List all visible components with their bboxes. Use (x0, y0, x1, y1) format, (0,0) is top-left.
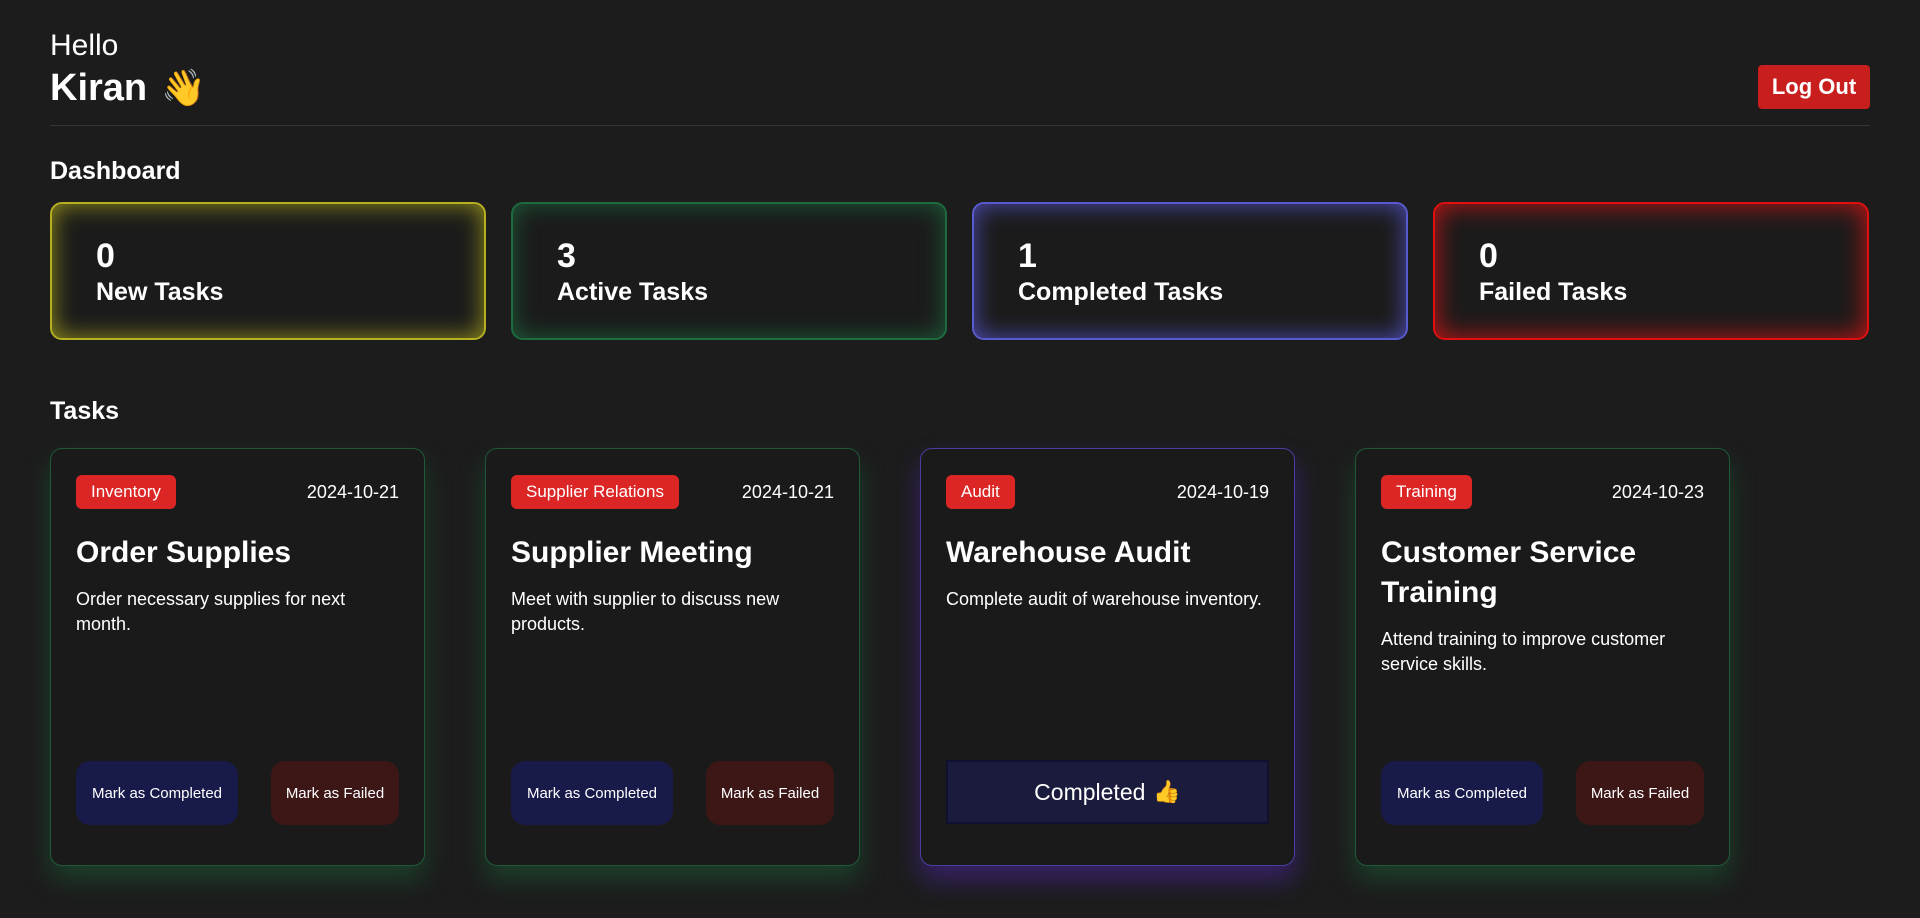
task-actions: Mark as Completed Mark as Failed (1381, 761, 1704, 825)
task-title: Supplier Meeting (511, 536, 753, 569)
page-header: Hello Kiran 👋 Log Out (50, 0, 1870, 126)
task-card-header: Supplier Relations 2024-10-21 (511, 475, 834, 509)
task-list: Inventory 2024-10-21 Order Supplies Orde… (50, 448, 1730, 866)
task-card-header: Inventory 2024-10-21 (76, 475, 399, 509)
category-badge: Audit (946, 475, 1015, 509)
stat-label: Active Tasks (557, 278, 709, 306)
category-badge: Training (1381, 475, 1472, 509)
task-card-customer-service-training: Training 2024-10-23 Customer Service Tra… (1355, 448, 1730, 866)
thumbs-up-icon: 👍 (1153, 779, 1181, 804)
stat-count: 0 (96, 237, 115, 275)
stat-card-failed-tasks: 0 Failed Tasks (1433, 202, 1869, 340)
task-description: Meet with supplier to discuss new produc… (511, 589, 780, 634)
task-description: Attend training to improve customer serv… (1381, 629, 1666, 674)
mark-completed-button[interactable]: Mark as Completed (1381, 761, 1543, 825)
greeting-text: Hello (50, 29, 119, 62)
mark-completed-button[interactable]: Mark as Completed (76, 761, 238, 825)
task-card-order-supplies: Inventory 2024-10-21 Order Supplies Orde… (50, 448, 425, 866)
task-description: Complete audit of warehouse inventory. (946, 589, 1262, 609)
category-badge: Supplier Relations (511, 475, 679, 509)
task-title: Customer Service Training (1381, 536, 1637, 609)
tasks-title: Tasks (50, 397, 120, 425)
task-actions: Mark as Completed Mark as Failed (511, 761, 834, 825)
task-card-supplier-meeting: Supplier Relations 2024-10-21 Supplier M… (485, 448, 860, 866)
completed-status-label: Completed (1034, 778, 1146, 805)
task-date: 2024-10-21 (741, 481, 834, 502)
task-card-warehouse-audit: Audit 2024-10-19 Warehouse Audit Complet… (920, 448, 1295, 866)
dashboard-title: Dashboard (50, 157, 181, 185)
task-description: Order necessary supplies for next month. (76, 589, 346, 634)
stat-label: New Tasks (96, 278, 224, 306)
stat-label: Failed Tasks (1479, 278, 1628, 306)
stat-count: 1 (1018, 237, 1037, 275)
mark-failed-button[interactable]: Mark as Failed (271, 761, 399, 825)
task-date: 2024-10-23 (1611, 481, 1704, 502)
completed-status-banner: Completed 👍 (946, 760, 1269, 824)
stat-card-active-tasks: 3 Active Tasks (511, 202, 947, 340)
category-badge: Inventory (76, 475, 176, 509)
task-actions: Mark as Completed Mark as Failed (76, 761, 399, 825)
stat-label: Completed Tasks (1018, 278, 1224, 306)
user-name: Kiran (50, 67, 148, 109)
task-title: Warehouse Audit (946, 536, 1191, 569)
task-card-header: Training 2024-10-23 (1381, 475, 1704, 509)
logout-button[interactable]: Log Out (1758, 65, 1870, 109)
mark-completed-button[interactable]: Mark as Completed (511, 761, 673, 825)
waving-hand-icon: 👋 (161, 67, 206, 108)
stat-card-new-tasks: 0 New Tasks (50, 202, 486, 340)
task-card-header: Audit 2024-10-19 (946, 475, 1269, 509)
user-name-heading: Kiran 👋 (50, 66, 206, 110)
task-title: Order Supplies (76, 536, 292, 569)
mark-failed-button[interactable]: Mark as Failed (706, 761, 834, 825)
task-date: 2024-10-19 (1176, 481, 1269, 502)
stat-count: 3 (557, 237, 576, 275)
stat-card-completed-tasks: 1 Completed Tasks (972, 202, 1408, 340)
mark-failed-button[interactable]: Mark as Failed (1576, 761, 1704, 825)
task-date: 2024-10-21 (306, 481, 399, 502)
stat-count: 0 (1479, 237, 1498, 275)
task-stats: 0 New Tasks 3 Active Tasks 1 Completed T… (50, 202, 1870, 342)
employee-dashboard-page: Hello Kiran 👋 Log Out Dashboard 0 New Ta… (0, 0, 1920, 918)
